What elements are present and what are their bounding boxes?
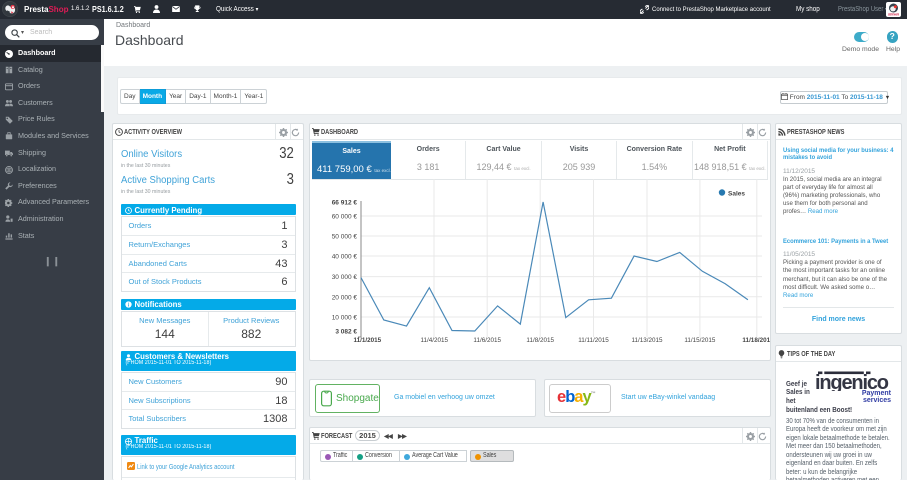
svg-text:50 000 €: 50 000 € — [332, 234, 358, 241]
svg-text:ingenico: ingenico — [816, 372, 889, 391]
svg-text:PrestaShop: PrestaShop — [887, 12, 901, 16]
svg-text:11/8/2015: 11/8/2015 — [526, 337, 554, 344]
svg-text:11/11/2015: 11/11/2015 — [578, 337, 609, 344]
svg-text:11/4/2015: 11/4/2015 — [421, 337, 449, 344]
svg-text:3 082 €: 3 082 € — [335, 329, 357, 336]
svg-text:30 000 €: 30 000 € — [332, 274, 358, 281]
svg-text:11/15/2015: 11/15/2015 — [684, 337, 716, 344]
svg-text:40 000 €: 40 000 € — [332, 254, 358, 261]
svg-text:11/6/2015: 11/6/2015 — [473, 337, 501, 344]
svg-text:Sales: Sales — [728, 191, 745, 198]
svg-text:11/13/2015: 11/13/2015 — [631, 337, 663, 344]
svg-text:20 000 €: 20 000 € — [332, 294, 358, 301]
svg-text:11/18/2015: 11/18/2015 — [742, 337, 770, 344]
svg-text:11/1/2015: 11/1/2015 — [353, 337, 381, 344]
svg-text:10 000 €: 10 000 € — [332, 315, 358, 322]
svg-text:66 912 €: 66 912 € — [332, 200, 358, 207]
svg-text:60 000 €: 60 000 € — [332, 214, 358, 221]
